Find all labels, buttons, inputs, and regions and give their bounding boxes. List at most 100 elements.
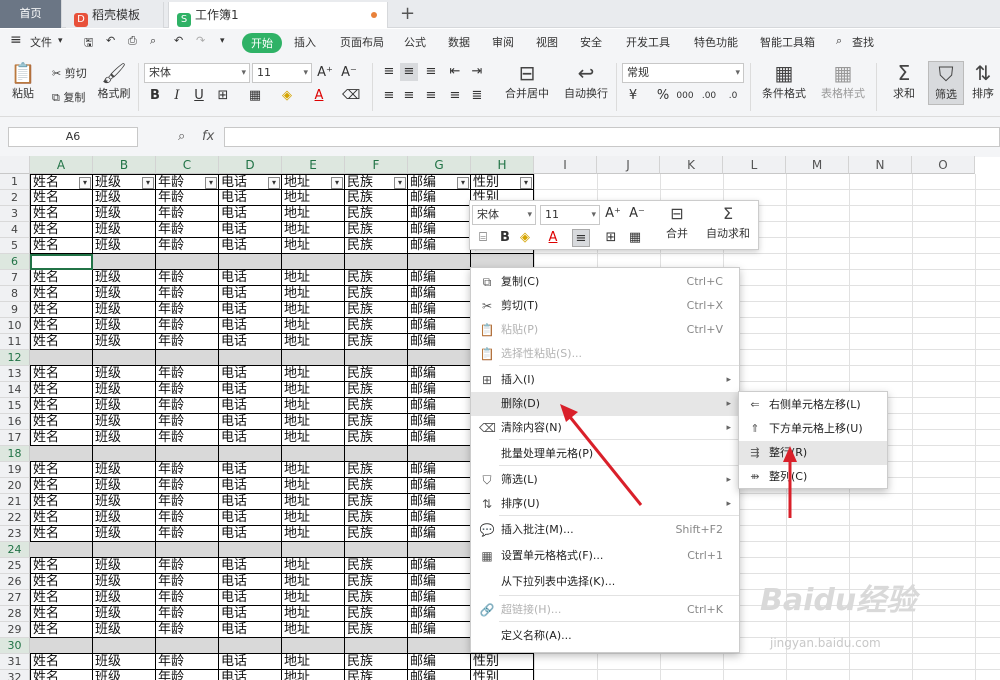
preview-icon[interactable]: ⌕	[150, 34, 156, 48]
select-all-corner[interactable]	[0, 156, 30, 174]
table-cell[interactable]: 地址	[282, 654, 345, 670]
table-cell[interactable]: 电话	[219, 366, 282, 382]
table-cell[interactable]: 年龄	[156, 318, 219, 334]
table-cell[interactable]: 姓名	[30, 366, 93, 382]
table-cell[interactable]: 姓名 ▾	[30, 174, 93, 190]
mini-merge-button[interactable]: ⊟ 合并	[658, 203, 696, 241]
table-cell[interactable]: 地址	[282, 318, 345, 334]
column-header-L[interactable]: L	[723, 156, 786, 174]
table-cell[interactable]: 民族	[345, 622, 408, 638]
table-cell[interactable]: 邮编	[408, 398, 471, 414]
table-cell[interactable]: 邮编	[408, 206, 471, 222]
wrap-text-button[interactable]: ↩ 自动换行	[560, 61, 612, 101]
table-cell[interactable]: 邮编	[408, 190, 471, 206]
distribute-icon[interactable]: ≣	[468, 87, 486, 105]
context-item-4[interactable]: ⊞ 插入(I) ▸	[471, 368, 739, 392]
table-cell[interactable]: 地址	[282, 510, 345, 526]
blank-row[interactable]	[30, 446, 534, 462]
table-cell[interactable]: 年龄	[156, 270, 219, 286]
menu-insert[interactable]: 插入	[294, 34, 316, 50]
new-tab-icon[interactable]: +	[400, 3, 415, 24]
row-header[interactable]: 29	[0, 622, 30, 638]
blank-row[interactable]	[30, 638, 534, 654]
mini-bold-icon[interactable]: B	[496, 229, 514, 247]
table-cell[interactable]: 姓名	[30, 622, 93, 638]
context-item-0[interactable]: ⧉ 复制(C) Ctrl+C	[471, 270, 739, 294]
table-cell[interactable]: 姓名	[30, 590, 93, 606]
row-header[interactable]: 20	[0, 478, 30, 494]
mini-autosum-button[interactable]: Σ 自动求和	[700, 203, 756, 241]
table-cell[interactable]: 班级	[93, 430, 156, 446]
table-cell[interactable]: 邮编 ▾	[408, 174, 471, 190]
row-header[interactable]: 15	[0, 398, 30, 414]
table-cell[interactable]: 班级	[93, 574, 156, 590]
fill-color-icon[interactable]: ◈	[278, 87, 296, 105]
table-cell[interactable]: 班级	[93, 222, 156, 238]
tab-docer-templates[interactable]: D 稻壳模板	[66, 2, 164, 28]
table-cell[interactable]: 班级	[93, 606, 156, 622]
align-center-icon[interactable]: ≡	[400, 87, 418, 105]
context-item-8[interactable]: ⛉ 筛选(L) ▸	[471, 468, 739, 492]
menu-review[interactable]: 审阅	[492, 34, 514, 50]
table-cell[interactable]: 民族 ▾	[345, 174, 408, 190]
table-cell[interactable]: 地址	[282, 222, 345, 238]
mini-font-grow-icon[interactable]: A⁺	[604, 205, 622, 223]
table-cell[interactable]: 电话	[219, 190, 282, 206]
table-cell[interactable]: 班级	[93, 334, 156, 350]
table-cell[interactable]: 地址	[282, 558, 345, 574]
table-style-button[interactable]: ▦ 表格样式	[816, 61, 870, 101]
table-cell[interactable]: 地址	[282, 606, 345, 622]
table-cell[interactable]: 姓名	[30, 270, 93, 286]
filter-dropdown-icon[interactable]: ▾	[142, 177, 154, 189]
copy-button[interactable]: ⧉ 复制	[52, 89, 85, 105]
column-header-B[interactable]: B	[93, 156, 156, 174]
row-header[interactable]: 25	[0, 558, 30, 574]
redo-icon[interactable]: ↷	[196, 34, 205, 47]
table-cell[interactable]: 邮编	[408, 238, 471, 254]
table-cell[interactable]: 邮编	[408, 670, 471, 680]
table-cell[interactable]: 电话	[219, 558, 282, 574]
font-name-select[interactable]: 宋体	[144, 63, 250, 83]
table-cell[interactable]: 姓名	[30, 526, 93, 542]
table-cell[interactable]: 姓名	[30, 462, 93, 478]
font-color-icon[interactable]: A	[310, 87, 328, 105]
context-item-10[interactable]: 💬 插入批注(M)... Shift+F2	[471, 518, 739, 542]
percent-icon[interactable]: %	[654, 87, 672, 105]
row-header[interactable]: 8	[0, 286, 30, 302]
mini-font-shrink-icon[interactable]: A⁻	[628, 205, 646, 223]
table-cell[interactable]: 年龄	[156, 670, 219, 680]
table-cell[interactable]: 民族	[345, 430, 408, 446]
table-cell[interactable]: 民族	[345, 654, 408, 670]
context-item-12[interactable]: 从下拉列表中选择(K)...	[471, 570, 739, 594]
table-cell[interactable]: 班级	[93, 190, 156, 206]
row-header[interactable]: 28	[0, 606, 30, 622]
table-cell[interactable]: 年龄	[156, 654, 219, 670]
table-cell[interactable]: 电话	[219, 462, 282, 478]
row-header[interactable]: 26	[0, 574, 30, 590]
row-header[interactable]: 12	[0, 350, 30, 366]
table-cell[interactable]: 电话	[219, 590, 282, 606]
table-cell[interactable]: 地址	[282, 430, 345, 446]
search-icon[interactable]: ⌕	[836, 34, 842, 48]
table-cell[interactable]: 民族	[345, 366, 408, 382]
table-cell[interactable]: 姓名	[30, 654, 93, 670]
table-cell[interactable]: 年龄	[156, 302, 219, 318]
table-cell[interactable]: 姓名	[30, 510, 93, 526]
conditional-format-button[interactable]: ▦ 条件格式	[756, 61, 812, 101]
table-cell[interactable]: 地址 ▾	[282, 174, 345, 190]
currency-icon[interactable]: ¥	[624, 87, 642, 105]
table-cell[interactable]: 地址	[282, 206, 345, 222]
table-cell[interactable]: 年龄	[156, 478, 219, 494]
blank-row[interactable]	[30, 350, 534, 366]
chevron-down-icon[interactable]: ▾	[58, 36, 63, 46]
decimal-decrease-icon[interactable]: .0	[724, 87, 742, 105]
table-cell[interactable]: 邮编	[408, 558, 471, 574]
decimal-increase-icon[interactable]: .00	[700, 87, 718, 105]
table-cell[interactable]: 民族	[345, 510, 408, 526]
table-cell[interactable]: 班级	[93, 238, 156, 254]
column-header-G[interactable]: G	[408, 156, 471, 174]
table-cell[interactable]: 年龄	[156, 558, 219, 574]
table-cell[interactable]: 地址	[282, 526, 345, 542]
table-cell[interactable]: 邮编	[408, 382, 471, 398]
format-painter-button[interactable]: 🖌 格式刷	[96, 61, 132, 101]
